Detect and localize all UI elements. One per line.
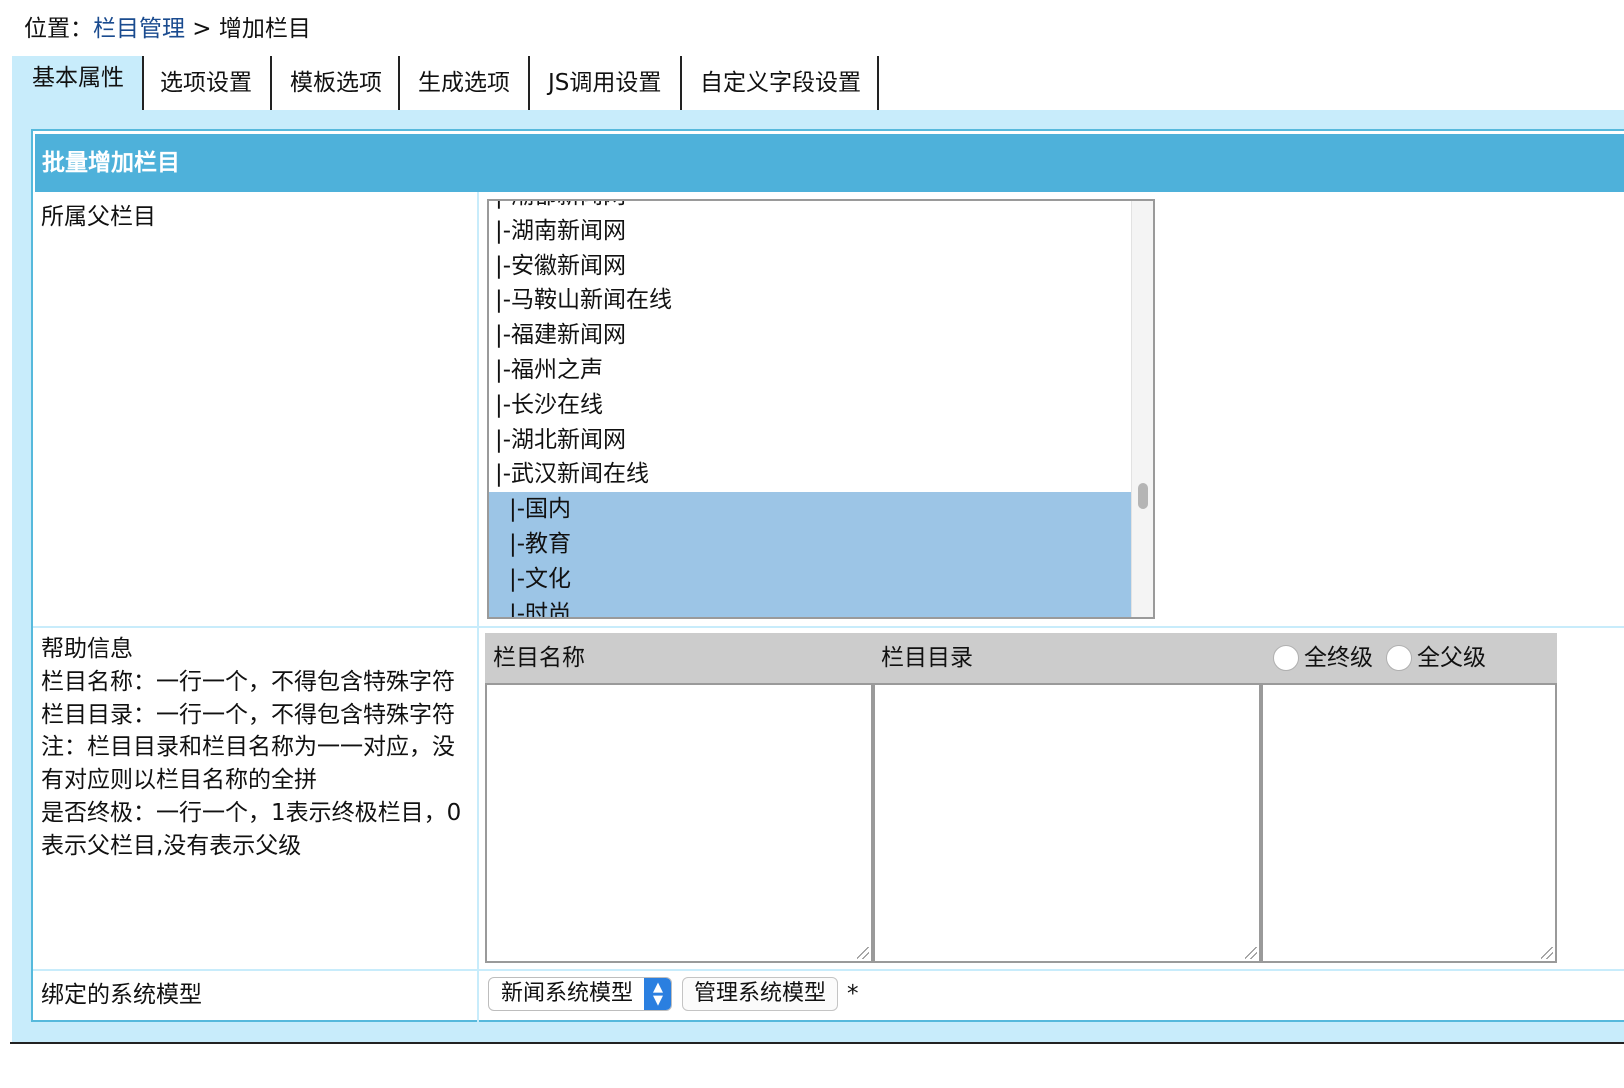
row-divider bbox=[33, 969, 1624, 971]
parent-column-option[interactable]: |-湖北新闻网 bbox=[489, 423, 1133, 458]
batch-table-header: 栏目名称 栏目目录 全终级 全父级 bbox=[485, 633, 1557, 683]
tab-generate-options[interactable]: 生成选项 bbox=[400, 56, 530, 110]
required-mark: * bbox=[847, 981, 859, 1007]
help-info: 帮助信息栏目名称：一行一个，不得包含特殊字符 栏目目录：一行一个，不得包含特殊字符… bbox=[41, 633, 471, 863]
column-name-header: 栏目名称 bbox=[493, 645, 585, 671]
help-line: 注：栏目目录和栏目名称为一一对应，没有对应则以栏目名称的全拼 bbox=[41, 734, 455, 794]
help-line: 栏目名称：一行一个，不得包含特殊字符 bbox=[41, 668, 455, 695]
parent-column-option[interactable]: |-安徽新闻网 bbox=[489, 249, 1133, 284]
help-title: 帮助信息 bbox=[41, 636, 133, 662]
breadcrumb-prefix: 位置： bbox=[24, 16, 93, 42]
resize-grip-icon[interactable] bbox=[1245, 947, 1257, 959]
select-updown-icon: ▲ ▼ bbox=[644, 978, 671, 1010]
system-model-select[interactable]: 新闻系统模型 ▲ ▼ bbox=[488, 977, 672, 1011]
listbox-options: |-潮都新闻网|-湖南新闻网|-安徽新闻网|-马鞍山新闻在线|-福建新闻网|-福… bbox=[489, 201, 1133, 617]
all-final-radio[interactable] bbox=[1273, 645, 1299, 671]
resize-grip-icon[interactable] bbox=[1541, 947, 1553, 959]
bottom-divider bbox=[10, 1042, 1624, 1044]
tab-option-settings[interactable]: 选项设置 bbox=[144, 56, 272, 110]
system-model-label: 绑定的系统模型 bbox=[41, 982, 202, 1008]
tab-js-call-settings[interactable]: JS调用设置 bbox=[530, 56, 682, 110]
column-dirs-textarea[interactable] bbox=[873, 683, 1261, 963]
parent-column-option[interactable]: |-教育 bbox=[489, 526, 1133, 562]
parent-column-option[interactable]: |-福建新闻网 bbox=[489, 318, 1133, 353]
breadcrumb-current: 增加栏目 bbox=[218, 16, 311, 42]
batch-add-form: 批量增加栏目 所属父栏目 |-潮都新闻网|-湖南新闻网|-安徽新闻网|-马鞍山新… bbox=[31, 129, 1624, 1022]
breadcrumb-link-column-manage[interactable]: 栏目管理 bbox=[93, 16, 185, 42]
parent-column-label: 所属父栏目 bbox=[41, 204, 156, 230]
tab-custom-field-settings[interactable]: 自定义字段设置 bbox=[682, 56, 879, 110]
breadcrumb: 位置：栏目管理 > 增加栏目 bbox=[24, 12, 311, 46]
is-final-textarea[interactable] bbox=[1261, 683, 1557, 963]
section-title: 批量增加栏目 bbox=[35, 134, 1624, 192]
parent-column-option[interactable]: |-长沙在线 bbox=[489, 388, 1133, 423]
resize-grip-icon[interactable] bbox=[857, 947, 869, 959]
parent-column-option[interactable]: |-武汉新闻在线 bbox=[489, 457, 1133, 492]
row-divider bbox=[33, 626, 1624, 628]
column-divider bbox=[477, 192, 479, 1022]
parent-column-option[interactable]: |-湖南新闻网 bbox=[489, 214, 1133, 249]
tab-bar: 基本属性 选项设置 模板选项 生成选项 JS调用设置 自定义字段设置 bbox=[12, 56, 879, 110]
parent-column-option[interactable]: |-文化 bbox=[489, 561, 1133, 597]
parent-column-option[interactable]: |-时尚 bbox=[489, 596, 1133, 617]
scrollbar-thumb[interactable] bbox=[1138, 483, 1148, 509]
all-parent-radio[interactable] bbox=[1386, 645, 1412, 671]
all-final-radio-label: 全终级 bbox=[1304, 645, 1373, 671]
all-parent-radio-label: 全父级 bbox=[1417, 645, 1486, 671]
tab-basic-properties[interactable]: 基本属性 bbox=[12, 56, 144, 110]
help-line: 是否终极：一行一个，1表示终极栏目，0表示父栏目,没有表示父级 bbox=[41, 799, 462, 859]
manage-system-model-button[interactable]: 管理系统模型 bbox=[682, 977, 838, 1011]
column-names-textarea[interactable] bbox=[485, 683, 873, 963]
listbox-scrollbar[interactable] bbox=[1131, 201, 1153, 617]
help-line: 栏目目录：一行一个，不得包含特殊字符 bbox=[41, 701, 455, 728]
parent-column-option[interactable]: |-福州之声 bbox=[489, 353, 1133, 388]
tab-template-options[interactable]: 模板选项 bbox=[272, 56, 400, 110]
parent-column-listbox[interactable]: |-潮都新闻网|-湖南新闻网|-安徽新闻网|-马鞍山新闻在线|-福建新闻网|-福… bbox=[487, 199, 1155, 619]
parent-column-option[interactable]: |-马鞍山新闻在线 bbox=[489, 283, 1133, 318]
parent-column-option[interactable]: |-潮都新闻网 bbox=[489, 201, 1133, 214]
column-dir-header: 栏目目录 bbox=[881, 645, 973, 671]
parent-column-option[interactable]: |-国内 bbox=[489, 492, 1133, 527]
system-model-value: 新闻系统模型 bbox=[501, 981, 634, 1006]
breadcrumb-separator: > bbox=[185, 16, 219, 42]
